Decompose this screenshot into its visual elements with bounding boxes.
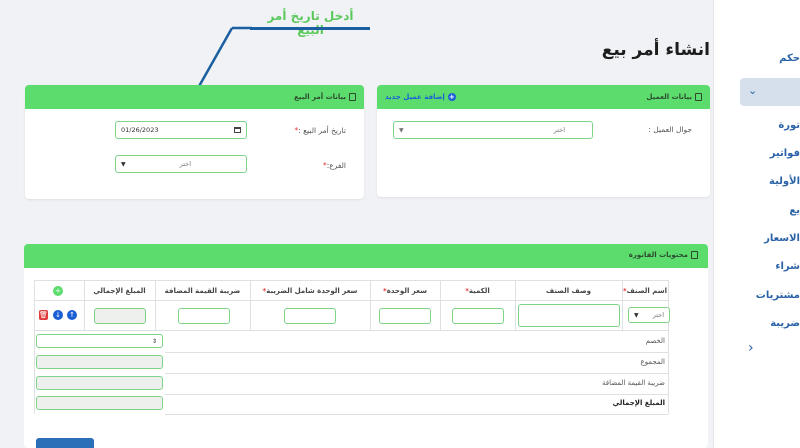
- vat-summary-label: ضريبة القيمة المضافة: [601, 379, 665, 387]
- table-border: [34, 280, 668, 281]
- unit-price-incl-tax-input[interactable]: [284, 308, 336, 324]
- subtotal-field: [36, 355, 163, 369]
- delete-row-icon[interactable]: 🗑: [39, 310, 48, 320]
- sidebar-item-invoice[interactable]: تورة: [714, 120, 800, 131]
- column-header-item-name: اسم الصنف: [626, 287, 667, 295]
- chevron-left-icon[interactable]: ‹: [748, 340, 754, 356]
- customer-phone-label: جوال العميل :: [648, 125, 692, 134]
- table-border: [34, 330, 668, 331]
- order-card: بيانات أمر البيع تاريخ أمر البيع :* 01/2…: [25, 85, 364, 199]
- quantity-input[interactable]: [452, 308, 504, 324]
- page-title: انشاء أمر بيع: [601, 40, 710, 60]
- customer-card-header: بيانات العميل + إضافة عميل جديد: [377, 85, 710, 109]
- add-customer-link[interactable]: + إضافة عميل جديد: [385, 93, 456, 101]
- sidebar-item-invoices[interactable]: فواتير: [714, 148, 800, 159]
- unit-price-input[interactable]: [379, 308, 431, 324]
- order-card-title: بيانات أمر البيع: [294, 93, 346, 101]
- branch-select[interactable]: ▼ اختر: [115, 155, 247, 173]
- callout-text: أدخل تاريخ أمر البيع: [267, 9, 354, 37]
- table-border: [165, 373, 668, 374]
- branch-label: الفرع:: [326, 161, 346, 170]
- order-date-value: 01/26/2023: [121, 126, 159, 134]
- list-icon: [691, 251, 698, 259]
- sidebar-item-sales[interactable]: يع: [714, 205, 800, 216]
- sidebar-item-preliminary[interactable]: الأولية: [714, 176, 800, 187]
- caret-down-icon: ▼: [121, 160, 126, 168]
- column-header-quantity: الكمية: [468, 287, 490, 295]
- sidebar-item-prices[interactable]: الاسعار: [714, 233, 800, 244]
- sidebar-item-dashboard[interactable]: حكم: [714, 53, 800, 64]
- order-date-label: تاريخ أمر البيع :: [298, 126, 346, 135]
- order-date-input[interactable]: 01/26/2023: [115, 121, 247, 139]
- column-header-vat: ضريبة القيمة المضافة: [164, 287, 241, 295]
- table-border: [668, 280, 669, 414]
- plus-circle-icon: +: [447, 93, 456, 101]
- save-button[interactable]: [36, 438, 94, 448]
- column-header-unit-price: سعر الوحدة: [386, 287, 427, 295]
- discount-label: الخصم: [645, 337, 665, 345]
- customer-phone-select[interactable]: ▼ اختر: [393, 121, 593, 139]
- discount-input[interactable]: ⇕: [36, 334, 163, 348]
- customer-card: بيانات العميل + إضافة عميل جديد جوال الع…: [377, 85, 710, 197]
- table-border: [34, 300, 668, 301]
- table-border: [165, 414, 668, 415]
- items-card-header: [24, 244, 708, 268]
- customer-phone-select-value: اختر: [553, 126, 565, 134]
- discount-stepper-icon[interactable]: ⇕: [152, 338, 157, 345]
- vat-input[interactable]: [178, 308, 230, 324]
- column-header-unit-price-incl-tax: سعر الوحدة شامل الضريبة: [266, 287, 358, 295]
- grand-total-label: المبلغ الإجمالي: [612, 399, 665, 407]
- chevron-down-icon[interactable]: ⌄: [748, 84, 757, 97]
- sidebar-item-purchase[interactable]: شراء: [714, 261, 800, 272]
- caret-down-icon: ▼: [634, 311, 639, 319]
- item-name-select[interactable]: ▼ اختر: [628, 307, 670, 323]
- row-total-field: [94, 308, 146, 324]
- subtotal-label: المجموع: [640, 358, 665, 366]
- document-icon: [349, 93, 356, 101]
- item-description-input[interactable]: [518, 304, 620, 327]
- add-customer-label: إضافة عميل جديد: [385, 93, 445, 101]
- move-down-icon[interactable]: ↓: [53, 310, 63, 320]
- caret-down-icon: ▼: [399, 126, 404, 134]
- callout-underline: [250, 27, 370, 30]
- calendar-icon[interactable]: [234, 127, 241, 133]
- sidebar: حكم ⌄ تورة فواتير الأولية يع الاسعار شرا…: [713, 0, 800, 448]
- user-icon: [695, 93, 702, 101]
- move-up-icon[interactable]: ↑: [67, 310, 77, 320]
- table-border: [165, 394, 668, 395]
- items-card-title: محتويات الفاتورة: [628, 251, 688, 259]
- column-header-item-description: وصف الصنف: [545, 287, 591, 295]
- table-border: [34, 280, 35, 414]
- customer-card-title: بيانات العميل: [646, 93, 692, 101]
- sidebar-item-purchases[interactable]: مشتريات: [714, 290, 800, 301]
- item-name-select-value: اختر: [652, 311, 664, 319]
- add-row-icon[interactable]: +: [53, 286, 63, 296]
- sidebar-item-tax[interactable]: ضريبة: [714, 318, 800, 329]
- table-border: [165, 352, 668, 353]
- vat-summary-field: [36, 376, 163, 390]
- branch-select-value: اختر: [179, 160, 191, 168]
- order-card-header: بيانات أمر البيع: [25, 85, 364, 109]
- grand-total-field: [36, 396, 163, 410]
- column-header-total: المبلغ الإجمالي: [93, 287, 146, 295]
